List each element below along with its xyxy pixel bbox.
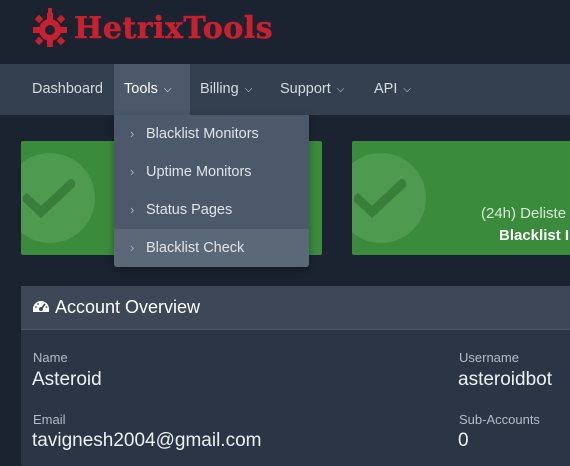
chevron-right-icon: › bbox=[130, 164, 135, 179]
nav-item-label: Dashboard bbox=[32, 81, 103, 97]
menu-item-uptime-monitors[interactable]: › Uptime Monitors bbox=[114, 153, 309, 191]
chevron-down-icon: ⌵ bbox=[403, 84, 411, 95]
sub-accounts-label: Sub-Accounts bbox=[459, 412, 540, 427]
sub-accounts-value: 0 bbox=[458, 430, 469, 451]
menu-item-status-pages[interactable]: › Status Pages bbox=[114, 191, 309, 229]
menu-item-label: Blacklist Monitors bbox=[146, 126, 259, 142]
menu-item-label: Status Pages bbox=[146, 202, 233, 218]
email-label: Email bbox=[33, 412, 66, 427]
nav-item-label: Tools bbox=[124, 81, 158, 97]
nav-item-label: Support bbox=[280, 81, 331, 97]
chevron-right-icon: › bbox=[130, 202, 135, 217]
username-value: asteroidbot bbox=[458, 369, 553, 390]
menu-item-blacklist-check[interactable]: › Blacklist Check bbox=[114, 229, 309, 267]
nav-item-label: Billing bbox=[200, 81, 239, 97]
tools-dropdown-menu: › Blacklist Monitors › Uptime Monitors › St… bbox=[114, 115, 309, 267]
email-value: tavignesh2004@gmail.com bbox=[32, 430, 262, 451]
account-overview-panel: Account Overview Name Asteroid Username … bbox=[21, 286, 570, 466]
name-label: Name bbox=[33, 350, 68, 365]
menu-item-label: Blacklist Check bbox=[146, 240, 245, 256]
chevron-down-icon: ⌵ bbox=[163, 84, 172, 95]
nav-item-label: API bbox=[374, 81, 398, 97]
username-label: Username bbox=[459, 350, 519, 365]
name-value: Asteroid bbox=[32, 369, 102, 390]
nav-item-dashboard[interactable]: Dashboard bbox=[21, 64, 113, 115]
stat-card-caption: (24h) Deliste bbox=[481, 205, 567, 222]
brand-logo[interactable]: HetrixTools bbox=[32, 6, 273, 50]
menu-item-label: Uptime Monitors bbox=[146, 164, 252, 180]
menu-item-blacklist-monitors[interactable]: › Blacklist Monitors bbox=[114, 115, 309, 153]
chevron-right-icon: › bbox=[130, 126, 135, 141]
stat-card-title: Blacklist I bbox=[499, 227, 570, 244]
panel-header: Account Overview bbox=[21, 286, 570, 330]
site-header: HetrixTools bbox=[0, 0, 570, 64]
chevron-down-icon: ⌵ bbox=[244, 84, 253, 95]
nav-item-billing[interactable]: Billing ⌵ bbox=[200, 64, 252, 115]
panel-title: Account Overview bbox=[55, 297, 201, 317]
nav-item-api[interactable]: API ⌵ bbox=[374, 64, 411, 115]
nav-item-support[interactable]: Support ⌵ bbox=[280, 64, 344, 115]
dashboard-gauge-icon bbox=[33, 301, 49, 312]
chevron-down-icon: ⌵ bbox=[336, 84, 345, 95]
stat-card-delisted[interactable]: (24h) Deliste Blacklist I bbox=[352, 141, 570, 255]
main-nav: Dashboard Tools ⌵ Billing ⌵ Support ⌵ API ⌵ bbox=[0, 64, 570, 115]
checkmark-icon bbox=[354, 179, 406, 219]
checkmark-icon bbox=[23, 179, 75, 219]
brand-name: HetrixTools bbox=[74, 10, 274, 46]
nav-item-tools[interactable]: Tools ⌵ bbox=[114, 64, 190, 115]
gear-logo-icon bbox=[33, 8, 67, 47]
chevron-right-icon: › bbox=[130, 240, 135, 255]
